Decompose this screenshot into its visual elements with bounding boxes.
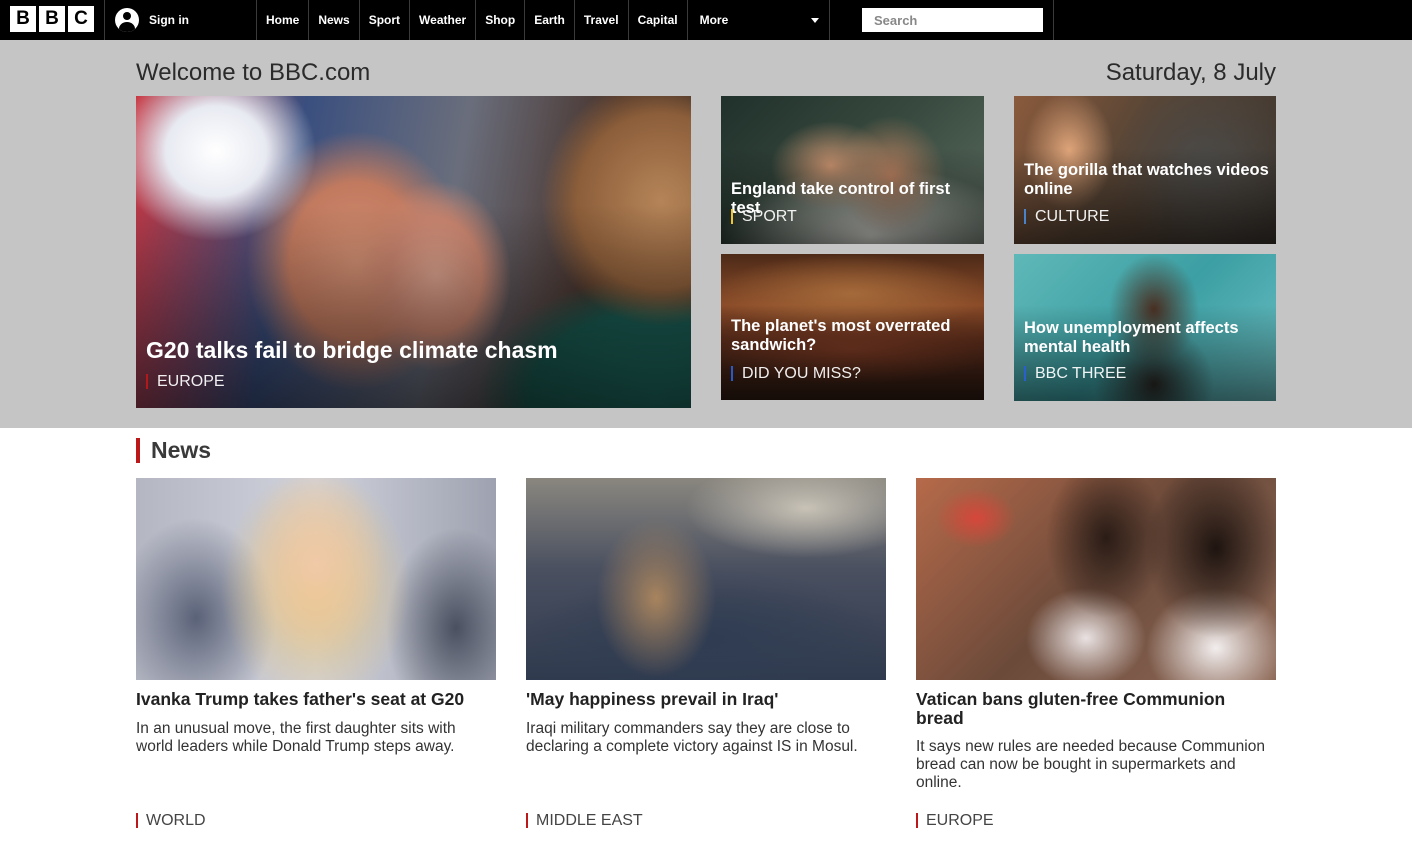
nav-more-label: More [699, 13, 729, 27]
hero-card-did-you-miss[interactable]: The planet's most overrated sandwich? DI… [721, 254, 984, 400]
logo-letter: B [39, 6, 65, 32]
sign-in-label: Sign in [149, 13, 189, 27]
story-image[interactable] [136, 478, 496, 680]
story-title[interactable]: Ivanka Trump takes father's seat at G20 [136, 690, 496, 709]
nav-item-travel[interactable]: Travel [573, 0, 628, 40]
nav-item-earth[interactable]: Earth [524, 0, 574, 40]
story-image[interactable] [526, 478, 886, 680]
story-image[interactable] [916, 478, 1276, 680]
nav-item-shop[interactable]: Shop [475, 0, 524, 40]
chevron-down-icon [810, 17, 819, 23]
bbc-logo[interactable]: B B C [10, 6, 94, 32]
card-title: The planet's most overrated sandwich? [731, 317, 951, 354]
date-label: Saturday, 8 July [1105, 59, 1276, 86]
logo-letter: B [10, 6, 36, 32]
news-story[interactable]: Ivanka Trump takes father's seat at G20 … [136, 478, 496, 838]
story-tag: EUROPE [146, 374, 225, 390]
story-tag[interactable]: MIDDLE EAST [526, 813, 643, 829]
main-nav: Home News Sport Weather Shop Earth Trave… [256, 0, 830, 40]
news-section-heading[interactable]: News [136, 438, 211, 463]
nav-item-home[interactable]: Home [256, 0, 308, 40]
nav-item-weather[interactable]: Weather [409, 0, 475, 40]
hero-main-story[interactable]: G20 talks fail to bridge climate chasm E… [136, 96, 691, 408]
story-summary: Iraqi military commanders say they are c… [526, 720, 858, 755]
story-title: G20 talks fail to bridge climate chasm [146, 337, 558, 363]
story-title[interactable]: Vatican bans gluten-free Communion bread [916, 690, 1276, 728]
logo-letter: C [68, 6, 94, 32]
news-story[interactable]: Vatican bans gluten-free Communion bread… [916, 478, 1276, 838]
story-summary: In an unusual move, the first daughter s… [136, 720, 456, 755]
search-box [852, 0, 1054, 40]
hero-card-sport[interactable]: England take control of first test SPORT [721, 96, 984, 244]
sign-in-button[interactable]: Sign in [104, 0, 256, 40]
nav-item-sport[interactable]: Sport [358, 0, 409, 40]
card-title: How unemployment affects mental health [1024, 319, 1239, 356]
hero-card-bbc-three[interactable]: How unemployment affects mental health B… [1014, 254, 1276, 401]
nav-more-button[interactable]: More [686, 0, 830, 40]
welcome-heading: Welcome to BBC.com [136, 59, 371, 86]
nav-item-news[interactable]: News [308, 0, 358, 40]
card-tag: CULTURE [1024, 209, 1109, 225]
card-tag: DID YOU MISS? [731, 366, 861, 382]
search-input[interactable] [862, 8, 1043, 32]
story-summary: It says new rules are needed because Com… [916, 738, 1265, 791]
story-tag[interactable]: WORLD [136, 813, 206, 829]
news-story[interactable]: 'May happiness prevail in Iraq' Iraqi mi… [526, 478, 886, 838]
top-nav-bar: B B C Sign in Home News Sport Weather Sh… [0, 0, 1412, 40]
story-tag[interactable]: EUROPE [916, 813, 994, 829]
story-title[interactable]: 'May happiness prevail in Iraq' [526, 690, 886, 709]
hero-card-culture[interactable]: The gorilla that watches videos online C… [1014, 96, 1276, 244]
nav-item-capital[interactable]: Capital [627, 0, 687, 40]
card-title: The gorilla that watches videos online [1024, 161, 1269, 198]
card-tag: BBC THREE [1024, 366, 1126, 382]
user-icon [115, 8, 139, 32]
card-tag: SPORT [731, 209, 797, 225]
